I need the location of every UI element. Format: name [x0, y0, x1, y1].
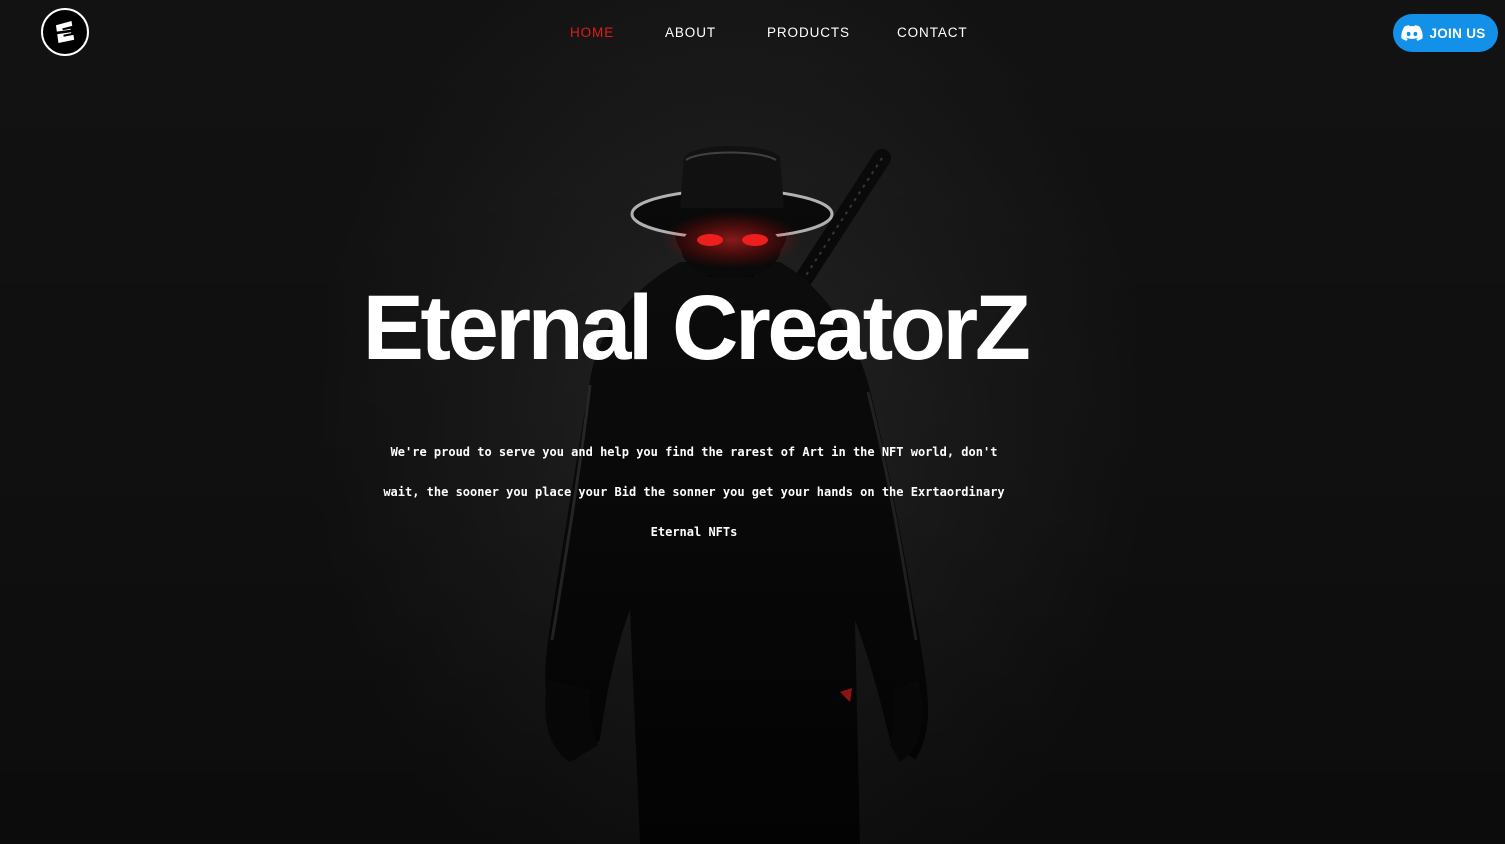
nav-home-link[interactable]: HOME: [570, 22, 614, 44]
join-us-label: JOIN US: [1429, 25, 1486, 41]
nav-about-link[interactable]: ABOUT: [665, 22, 716, 44]
hero-description: We're proud to serve you and help you fi…: [383, 445, 1005, 539]
main-navigation: HOME ABOUT PRODUCTS CONTACT: [0, 22, 1505, 44]
join-us-button[interactable]: JOIN US: [1393, 14, 1498, 52]
left-eye-shape: [697, 234, 723, 246]
right-eye-shape: [742, 234, 768, 246]
hero-character-illustration: [545, 146, 929, 844]
nav-products-link[interactable]: PRODUCTS: [767, 22, 850, 44]
nav-contact-link[interactable]: CONTACT: [897, 22, 968, 44]
discord-icon: [1401, 25, 1424, 41]
hero-title: Eternal CreatorZ: [362, 277, 1031, 379]
page: HOME ABOUT PRODUCTS CONTACT JOIN US Eter…: [0, 0, 1505, 844]
